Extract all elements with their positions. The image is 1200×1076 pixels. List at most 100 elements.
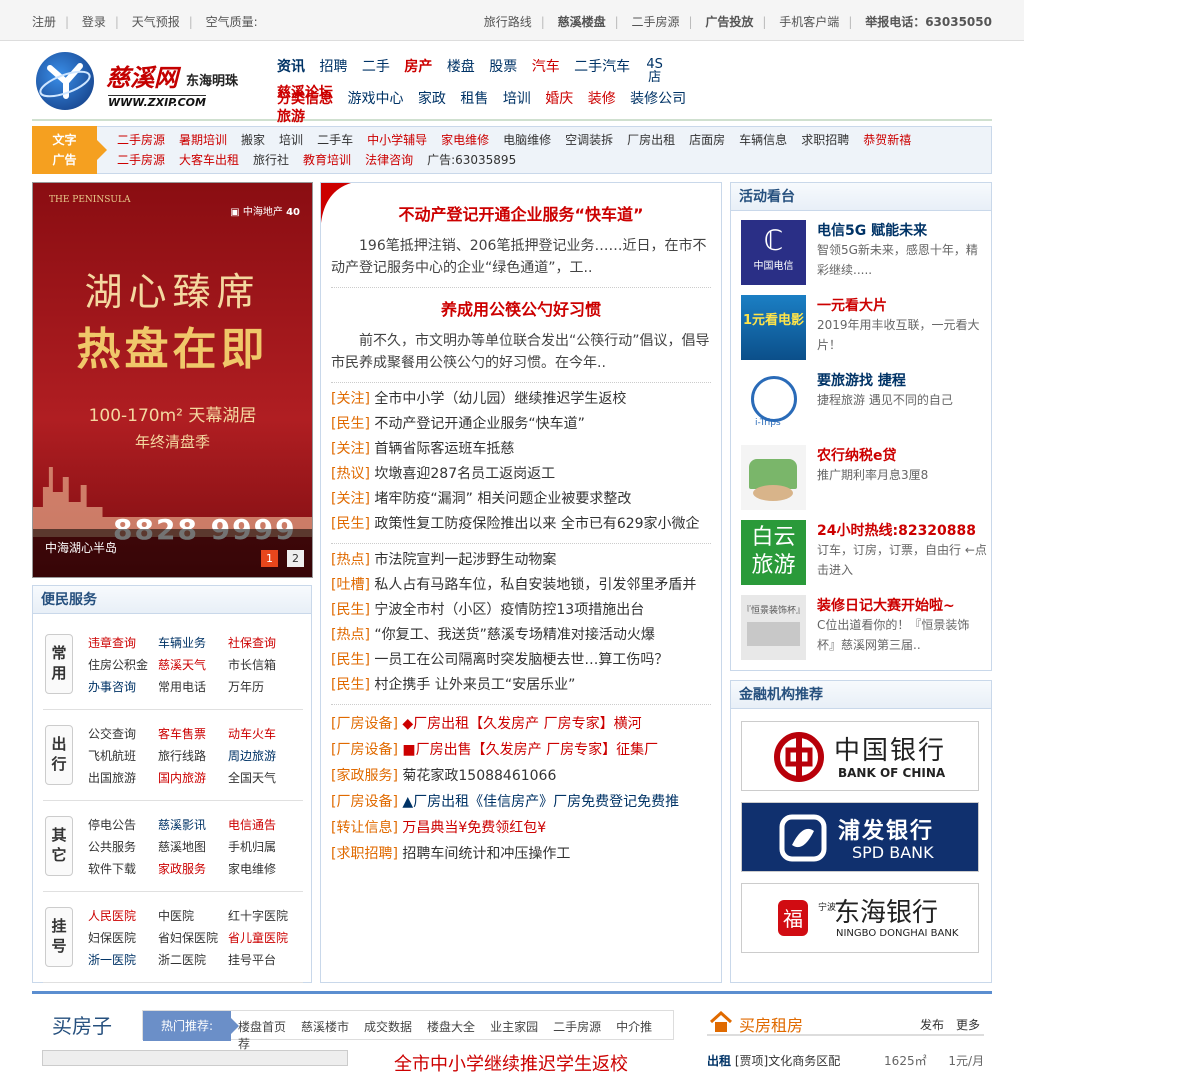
service-link[interactable]: 家电维修 (228, 858, 298, 880)
news-item[interactable]: [热点] 市法院宣判一起涉野生动物案 (331, 548, 711, 573)
service-link[interactable]: 浙一医院 (88, 949, 158, 971)
news-item[interactable]: [转让信息] 万昌典当¥免费领红包¥ (331, 815, 711, 841)
service-link[interactable]: 全国天气 (228, 767, 298, 789)
news-category[interactable]: [民生] (331, 677, 370, 693)
news-category[interactable]: [民生] (331, 602, 370, 618)
news-title[interactable]: 一员工在公司隔离时突发脑梗去世…算工伤吗？ (374, 652, 668, 668)
news-category[interactable]: [关注] (331, 441, 370, 457)
news-category[interactable]: [热点] (331, 627, 370, 643)
service-link[interactable]: 办事咨询 (88, 676, 158, 698)
service-link[interactable]: 客车售票 (158, 723, 228, 745)
news-title[interactable]: 宁波全市村（小区）疫情防控13项措施出台 (374, 602, 644, 618)
service-link[interactable]: 飞机航班 (88, 745, 158, 767)
news-item[interactable]: [厂房设备] ◆厂房出租【久发房产 厂房专家】横河 (331, 711, 711, 737)
headline-2[interactable]: 养成用公筷公勺好习惯 (331, 296, 711, 320)
register-link[interactable]: 注册 (32, 15, 56, 29)
news-title[interactable]: ◆厂房出租【久发房产 厂房专家】横河 (402, 716, 641, 732)
activity-title-link[interactable]: 一元看大片 (817, 295, 887, 315)
nav-used-cars[interactable]: 二手汽车 (574, 58, 630, 76)
service-link[interactable]: 社保查询 (228, 632, 298, 654)
activity-title-link[interactable]: 24小时热线:82320888 (817, 520, 976, 540)
news-item[interactable]: [民生] 政策性复工防疫保险推出以来 全市已有629家小微企 (331, 512, 711, 537)
activity-item[interactable]: 1元看电影 一元看大片 2019年用丰收互联，一元看大片！ (741, 295, 986, 361)
news-title[interactable]: 首辆省际客运班车抵慈 (374, 441, 514, 457)
nav-rent-sale[interactable]: 租售 (460, 90, 488, 108)
news-item[interactable]: [民生] 不动产登记开通企业服务“快车道” (331, 412, 711, 437)
activity-title-link[interactable]: 农行纳税e贷 (817, 445, 897, 465)
news-title[interactable]: 政策性复工防疫保险推出以来 全市已有629家小微企 (374, 516, 699, 532)
news-category[interactable]: [家政服务] (331, 768, 398, 784)
rent-more-link[interactable]: 更多 (956, 1016, 980, 1033)
news-title[interactable]: 私人占有马路车位，私自安装地锁，引发邻里矛盾并 (374, 577, 696, 593)
news-title[interactable]: 不动产登记开通企业服务“快车道” (374, 416, 585, 432)
service-link[interactable]: 红十字医院 (228, 905, 298, 927)
news-category[interactable]: [吐槽] (331, 577, 370, 593)
property-link[interactable]: 慈溪楼盘 (558, 15, 606, 29)
spd-bank-ad[interactable]: 浦发银行 SPD BANK (741, 802, 979, 872)
cloud-travel-icon[interactable]: 白云旅游 (741, 520, 806, 585)
news-item[interactable]: [热点] “你复工、我送货”慈溪专场精准对接活动火爆 (331, 623, 711, 648)
service-link[interactable]: 市长信箱 (228, 654, 298, 676)
nav-housekeeping[interactable]: 家政 (418, 90, 446, 108)
hot-link[interactable]: 慈溪楼市 (301, 1020, 349, 1034)
nav-4s-store[interactable]: 4S店 (645, 58, 665, 84)
news-item[interactable]: [热议] 坎墩喜迎287名员工返岗返工 (331, 462, 711, 487)
nav-decoration-companies[interactable]: 装修公司 (630, 90, 686, 108)
service-link[interactable]: 挂号平台 (228, 949, 298, 971)
text-ad-item[interactable]: 大客车出租 (179, 153, 239, 167)
service-link[interactable]: 国内旅游 (158, 767, 228, 789)
news-category[interactable]: [热点] (331, 552, 370, 568)
hot-link[interactable]: 二手房源 (553, 1020, 601, 1034)
service-link[interactable]: 公交查询 (88, 723, 158, 745)
nav-stocks[interactable]: 股票 (489, 58, 517, 76)
news-title[interactable]: ▲厂房出租《佳信房产》厂房免费登记免费推 (402, 794, 679, 810)
nav-realty[interactable]: 房产 (404, 58, 432, 76)
news-item[interactable]: [厂房设备] ■厂房出售【久发房产 厂房专家】征集厂 (331, 737, 711, 763)
activity-title-link[interactable]: 装修日记大赛开始啦~ (817, 595, 955, 615)
text-ad-item[interactable]: 空调装拆 (565, 133, 613, 147)
news-title[interactable]: ■厂房出售【久发房产 厂房专家】征集厂 (402, 742, 658, 758)
nav-classifieds[interactable]: 分类信息 (277, 90, 333, 108)
nav-decoration[interactable]: 装修 (588, 90, 616, 108)
hot-link[interactable]: 楼盘大全 (427, 1020, 475, 1034)
news-category[interactable]: [热议] (331, 466, 370, 482)
banner-page-1[interactable]: 1 (261, 550, 278, 567)
service-link[interactable]: 软件下载 (88, 858, 158, 880)
promo-banner[interactable]: THE PENINSULA ▣ 中海地产 40 湖心臻席 热盘在即 100-17… (32, 182, 313, 578)
news-category[interactable]: [关注] (331, 391, 370, 407)
donghai-bank-ad[interactable]: 福 宁波 东海银行 NINGBO DONGHAI BANK (741, 883, 979, 953)
rent-publish-link[interactable]: 发布 (920, 1016, 944, 1033)
hot-link[interactable]: 楼盘首页 (238, 1020, 286, 1034)
itrips-logo-icon[interactable]: i-Trips (741, 370, 806, 435)
news-title[interactable]: 全市中小学（幼儿园）继续推迟学生返校 (374, 391, 626, 407)
news-item[interactable]: [家政服务] 菊花家政15088461066 (331, 763, 711, 789)
hot-link[interactable]: 业主家园 (490, 1020, 538, 1034)
text-ad-item[interactable]: 二手房源 (117, 153, 165, 167)
site-logo[interactable]: 慈溪网 东海明珠 WWW.ZXIP.COM (36, 50, 248, 112)
news-category[interactable]: [厂房设备] (331, 716, 398, 732)
advertise-link[interactable]: 广告投放 (705, 15, 753, 29)
service-link[interactable]: 慈溪天气 (158, 654, 228, 676)
bank-of-china-ad[interactable]: 中国银行 BANK OF CHINA (741, 721, 979, 791)
service-link[interactable]: 出国旅游 (88, 767, 158, 789)
text-ad-item[interactable]: 培训 (279, 133, 303, 147)
nav-news[interactable]: 资讯 (277, 58, 305, 76)
nav-cars[interactable]: 汽车 (532, 58, 560, 76)
news-category[interactable]: [厂房设备] (331, 742, 398, 758)
second-hand-house-link[interactable]: 二手房源 (632, 15, 680, 29)
text-ad-item[interactable]: 法律咨询 (365, 153, 413, 167)
news-title[interactable]: 堵牢防疫“漏洞” 相关问题企业被要求整改 (374, 491, 631, 507)
news-item[interactable]: [关注] 全市中小学（幼儿园）继续推迟学生返校 (331, 387, 711, 412)
service-link[interactable]: 住房公积金 (88, 654, 158, 676)
service-link[interactable]: 浙二医院 (158, 949, 228, 971)
service-link[interactable]: 人民医院 (88, 905, 158, 927)
text-ad-item[interactable]: 教育培训 (303, 153, 351, 167)
headline-1[interactable]: 不动产登记开通企业服务“快车道” (331, 201, 711, 225)
news-category[interactable]: [民生] (331, 416, 370, 432)
service-link[interactable]: 慈溪地图 (158, 836, 228, 858)
news-title[interactable]: 坎墩喜迎287名员工返岗返工 (374, 466, 555, 482)
text-ad-item[interactable]: 店面房 (689, 133, 725, 147)
news-category[interactable]: [民生] (331, 516, 370, 532)
farm-tax-icon[interactable] (741, 445, 806, 510)
service-link[interactable]: 妇保医院 (88, 927, 158, 949)
